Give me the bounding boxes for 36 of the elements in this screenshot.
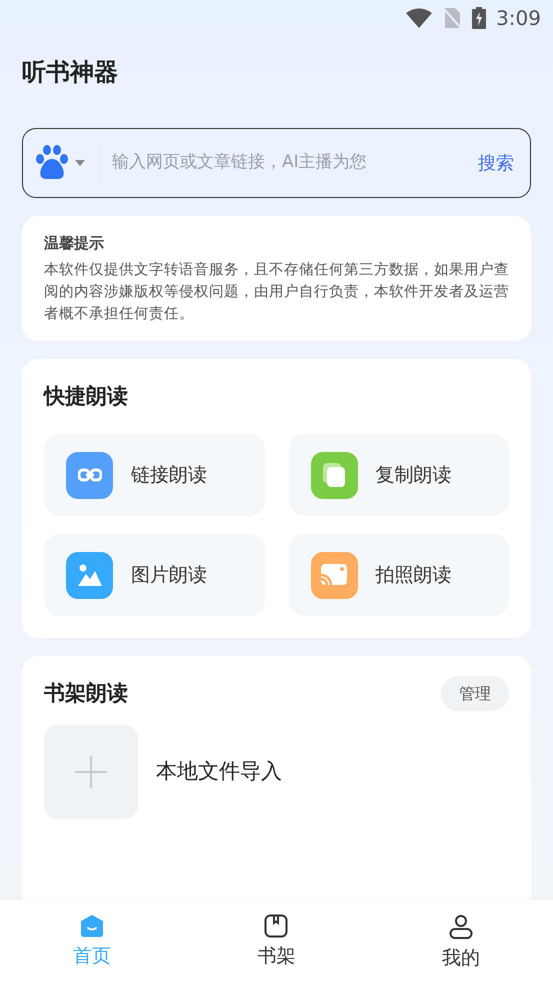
notice-title: 温馨提示 — [44, 233, 105, 254]
home-icon — [80, 914, 104, 938]
search-button[interactable]: 搜索 — [474, 150, 518, 176]
quick-read-tile[interactable]: 拍照朗读 — [288, 534, 509, 616]
image-icon — [76, 563, 102, 587]
tile-label: 链接朗读 — [131, 462, 207, 488]
tile-label: 图片朗读 — [131, 562, 207, 588]
nav-tab[interactable]: 我的 — [368, 900, 553, 983]
cast-icon — [320, 563, 348, 587]
person-icon — [448, 914, 473, 940]
search-engine-selector[interactable] — [35, 145, 100, 181]
plus-icon — [75, 756, 107, 788]
paw-logo-icon — [35, 145, 69, 181]
copy-icon — [322, 462, 346, 488]
wifi-icon — [406, 8, 432, 28]
url-input-field[interactable]: 输入网页或文章链接，AI主播为您 — [112, 150, 474, 176]
quick-read-tile[interactable]: 图片朗读 — [44, 534, 264, 616]
manage-button[interactable]: 管理 — [441, 676, 509, 711]
dropdown-caret-icon — [75, 160, 85, 166]
app-title: 听书神器 — [21, 57, 119, 88]
search-bar[interactable]: 输入网页或文章链接，AI主播为您 搜索 — [22, 128, 531, 198]
quick-read-tile[interactable]: 链接朗读 — [44, 434, 264, 516]
import-label: 本地文件导入 — [156, 758, 282, 786]
tile-label: 拍照朗读 — [376, 562, 452, 588]
nav-tab[interactable]: 书架 — [184, 900, 369, 983]
clock-time: 3:09 — [496, 5, 541, 32]
link-icon — [78, 468, 102, 482]
section-title: 书架朗读 — [44, 680, 128, 707]
notice-text: 本软件仅提供文字转语音服务，且不存储任何第三方数据，如果用户查阅的内容涉嫌版权等侵权问题，由用户自行负责，本软件开发者及运营者概不承担任何责任。 — [44, 260, 509, 324]
battery-charging-icon — [472, 7, 486, 29]
no-sim-icon — [442, 7, 462, 29]
section-title: 快捷朗读 — [44, 382, 129, 410]
tile-label: 复制朗读 — [376, 462, 452, 488]
book-icon — [264, 914, 288, 938]
quick-read-tile[interactable]: 复制朗读 — [288, 434, 509, 516]
add-file-tile[interactable] — [44, 725, 138, 819]
